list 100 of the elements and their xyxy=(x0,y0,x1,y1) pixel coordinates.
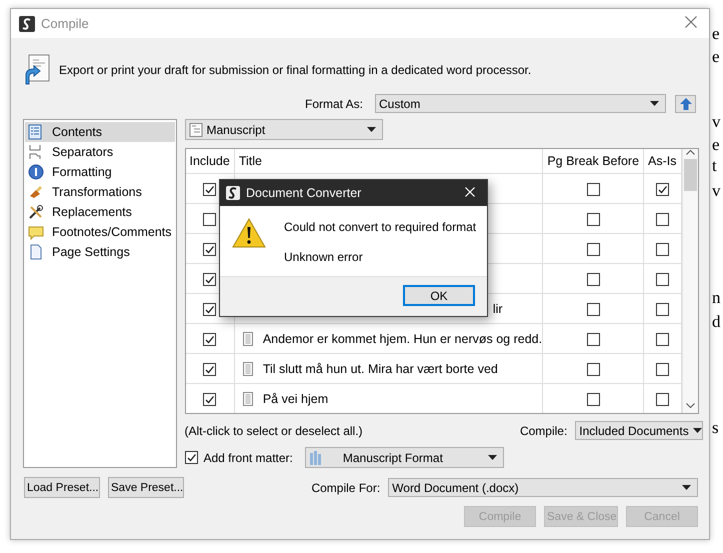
page-icon xyxy=(28,244,44,260)
check-icon xyxy=(656,184,668,195)
save-preset-button[interactable]: Save Preset... xyxy=(108,477,184,498)
front-matter-dropdown[interactable]: Manuscript Format xyxy=(304,447,504,468)
front-matter-checkbox[interactable] xyxy=(184,451,198,464)
format-dropdown[interactable]: Custom xyxy=(375,94,666,113)
title-cell: På vei hjem xyxy=(262,392,328,406)
document-text: e xyxy=(712,24,720,44)
window-title: Compile xyxy=(41,16,90,31)
include-checkbox[interactable] xyxy=(203,272,216,286)
page-break-checkbox[interactable] xyxy=(586,302,600,316)
caret-icon xyxy=(366,127,376,132)
check-icon xyxy=(204,334,216,345)
document-text: s xyxy=(712,418,719,438)
document-icon xyxy=(188,122,202,136)
title-cell: Til slutt må hun ut. Mira har vært borte ved xyxy=(262,362,498,376)
document-text: t xyxy=(712,156,717,176)
scroll-up-icon xyxy=(686,149,695,155)
close-icon xyxy=(685,16,697,28)
page-break-checkbox[interactable] xyxy=(586,212,600,226)
as-is-checkbox[interactable] xyxy=(656,392,669,406)
check-icon xyxy=(204,364,216,375)
close-icon xyxy=(465,187,475,197)
scroll-down-icon xyxy=(686,403,695,409)
column-header[interactable]: Title xyxy=(234,149,543,174)
sidebar-item[interactable]: Footnotes/Comments xyxy=(25,222,174,242)
numbered-circle-icon xyxy=(28,164,44,180)
app-logo-icon xyxy=(19,16,35,32)
page-break-checkbox[interactable] xyxy=(586,362,600,376)
page-break-checkbox[interactable] xyxy=(586,332,600,346)
caret-icon xyxy=(682,485,691,490)
include-checkbox[interactable] xyxy=(203,182,216,196)
title-cell: Andemor er kommet hjem. Hun er nervøs og redd. xyxy=(262,332,542,346)
document-icon xyxy=(242,362,253,376)
check-icon xyxy=(204,244,216,255)
ok-button[interactable]: OK xyxy=(403,285,475,306)
check-icon xyxy=(204,184,216,195)
scroll-thumb[interactable] xyxy=(684,159,697,191)
sidebar-item[interactable]: Transformations xyxy=(25,182,174,202)
column-header[interactable]: Include xyxy=(186,149,234,174)
format-label: Format As: xyxy=(304,96,363,110)
brush-icon xyxy=(28,184,44,200)
document-icon xyxy=(242,332,253,346)
sidebar-item[interactable]: Page Settings xyxy=(25,242,174,262)
include-checkbox[interactable] xyxy=(203,242,216,256)
page-break-checkbox[interactable] xyxy=(586,272,600,286)
document-text: d xyxy=(712,312,720,332)
column-header[interactable]: As-Is xyxy=(644,149,682,174)
description-text: Export or print your draft for submission or final formatting in a dedicated word processor. xyxy=(59,63,532,77)
warning-icon xyxy=(232,218,266,248)
page-break-checkbox[interactable] xyxy=(586,182,600,196)
sidebar-item[interactable]: Contents xyxy=(25,122,174,142)
scrollbar[interactable] xyxy=(682,149,698,413)
document-text: e xyxy=(712,135,720,155)
document-text: n xyxy=(712,288,720,308)
error-detail: Unknown error xyxy=(284,250,364,264)
error-message: Could not convert to required format xyxy=(284,220,476,234)
column-header[interactable]: Pg Break Before xyxy=(542,149,644,174)
list-icon xyxy=(28,124,44,140)
load-preset-button[interactable]: Load Preset... xyxy=(24,477,100,498)
check-icon xyxy=(186,452,196,463)
check-icon xyxy=(204,394,216,405)
compile-for-label: Compile For: xyxy=(311,480,380,494)
include-checkbox[interactable] xyxy=(203,332,216,346)
include-checkbox[interactable] xyxy=(203,302,216,316)
check-icon xyxy=(204,274,216,285)
as-is-checkbox[interactable] xyxy=(656,302,669,316)
sidebar-item[interactable]: Formatting xyxy=(25,162,174,182)
caret-icon xyxy=(650,101,659,106)
caret-icon xyxy=(692,428,702,433)
dialog-title: Document Converter xyxy=(246,186,362,200)
as-is-checkbox[interactable] xyxy=(656,242,669,256)
compile-label: Compile: xyxy=(520,424,568,438)
include-checkbox[interactable] xyxy=(203,362,216,376)
sidebar-item[interactable]: Replacements xyxy=(25,202,174,222)
document-text: v xyxy=(712,181,720,201)
as-is-checkbox[interactable] xyxy=(656,362,669,376)
include-checkbox[interactable] xyxy=(203,392,216,406)
compile-dropdown[interactable]: Included Documents xyxy=(575,421,704,440)
page-break-checkbox[interactable] xyxy=(586,242,600,256)
preset-dropdown[interactable]: Manuscript xyxy=(184,119,382,140)
check-icon xyxy=(204,304,216,315)
export-icon xyxy=(23,54,51,86)
document-text: e xyxy=(712,47,720,67)
as-is-checkbox[interactable] xyxy=(656,332,669,346)
hint-text: (Alt-click to select or deselect all.) xyxy=(184,424,363,438)
up-arrow-icon xyxy=(680,98,692,110)
document-icon xyxy=(242,392,253,406)
as-is-checkbox[interactable] xyxy=(656,272,669,286)
caret-icon xyxy=(488,455,497,460)
up-arrow-button[interactable] xyxy=(675,94,696,112)
page-break-checkbox[interactable] xyxy=(586,392,600,406)
title-cell: lir xyxy=(492,302,503,316)
compile-for-dropdown[interactable]: Word Document (.docx) xyxy=(388,478,698,497)
as-is-checkbox[interactable] xyxy=(656,182,669,196)
sidebar-item[interactable]: Separators xyxy=(25,142,174,162)
note-icon xyxy=(28,224,44,240)
as-is-checkbox[interactable] xyxy=(656,212,669,226)
include-checkbox[interactable] xyxy=(203,212,216,226)
front-matter-label: Add front matter: xyxy=(204,450,293,464)
